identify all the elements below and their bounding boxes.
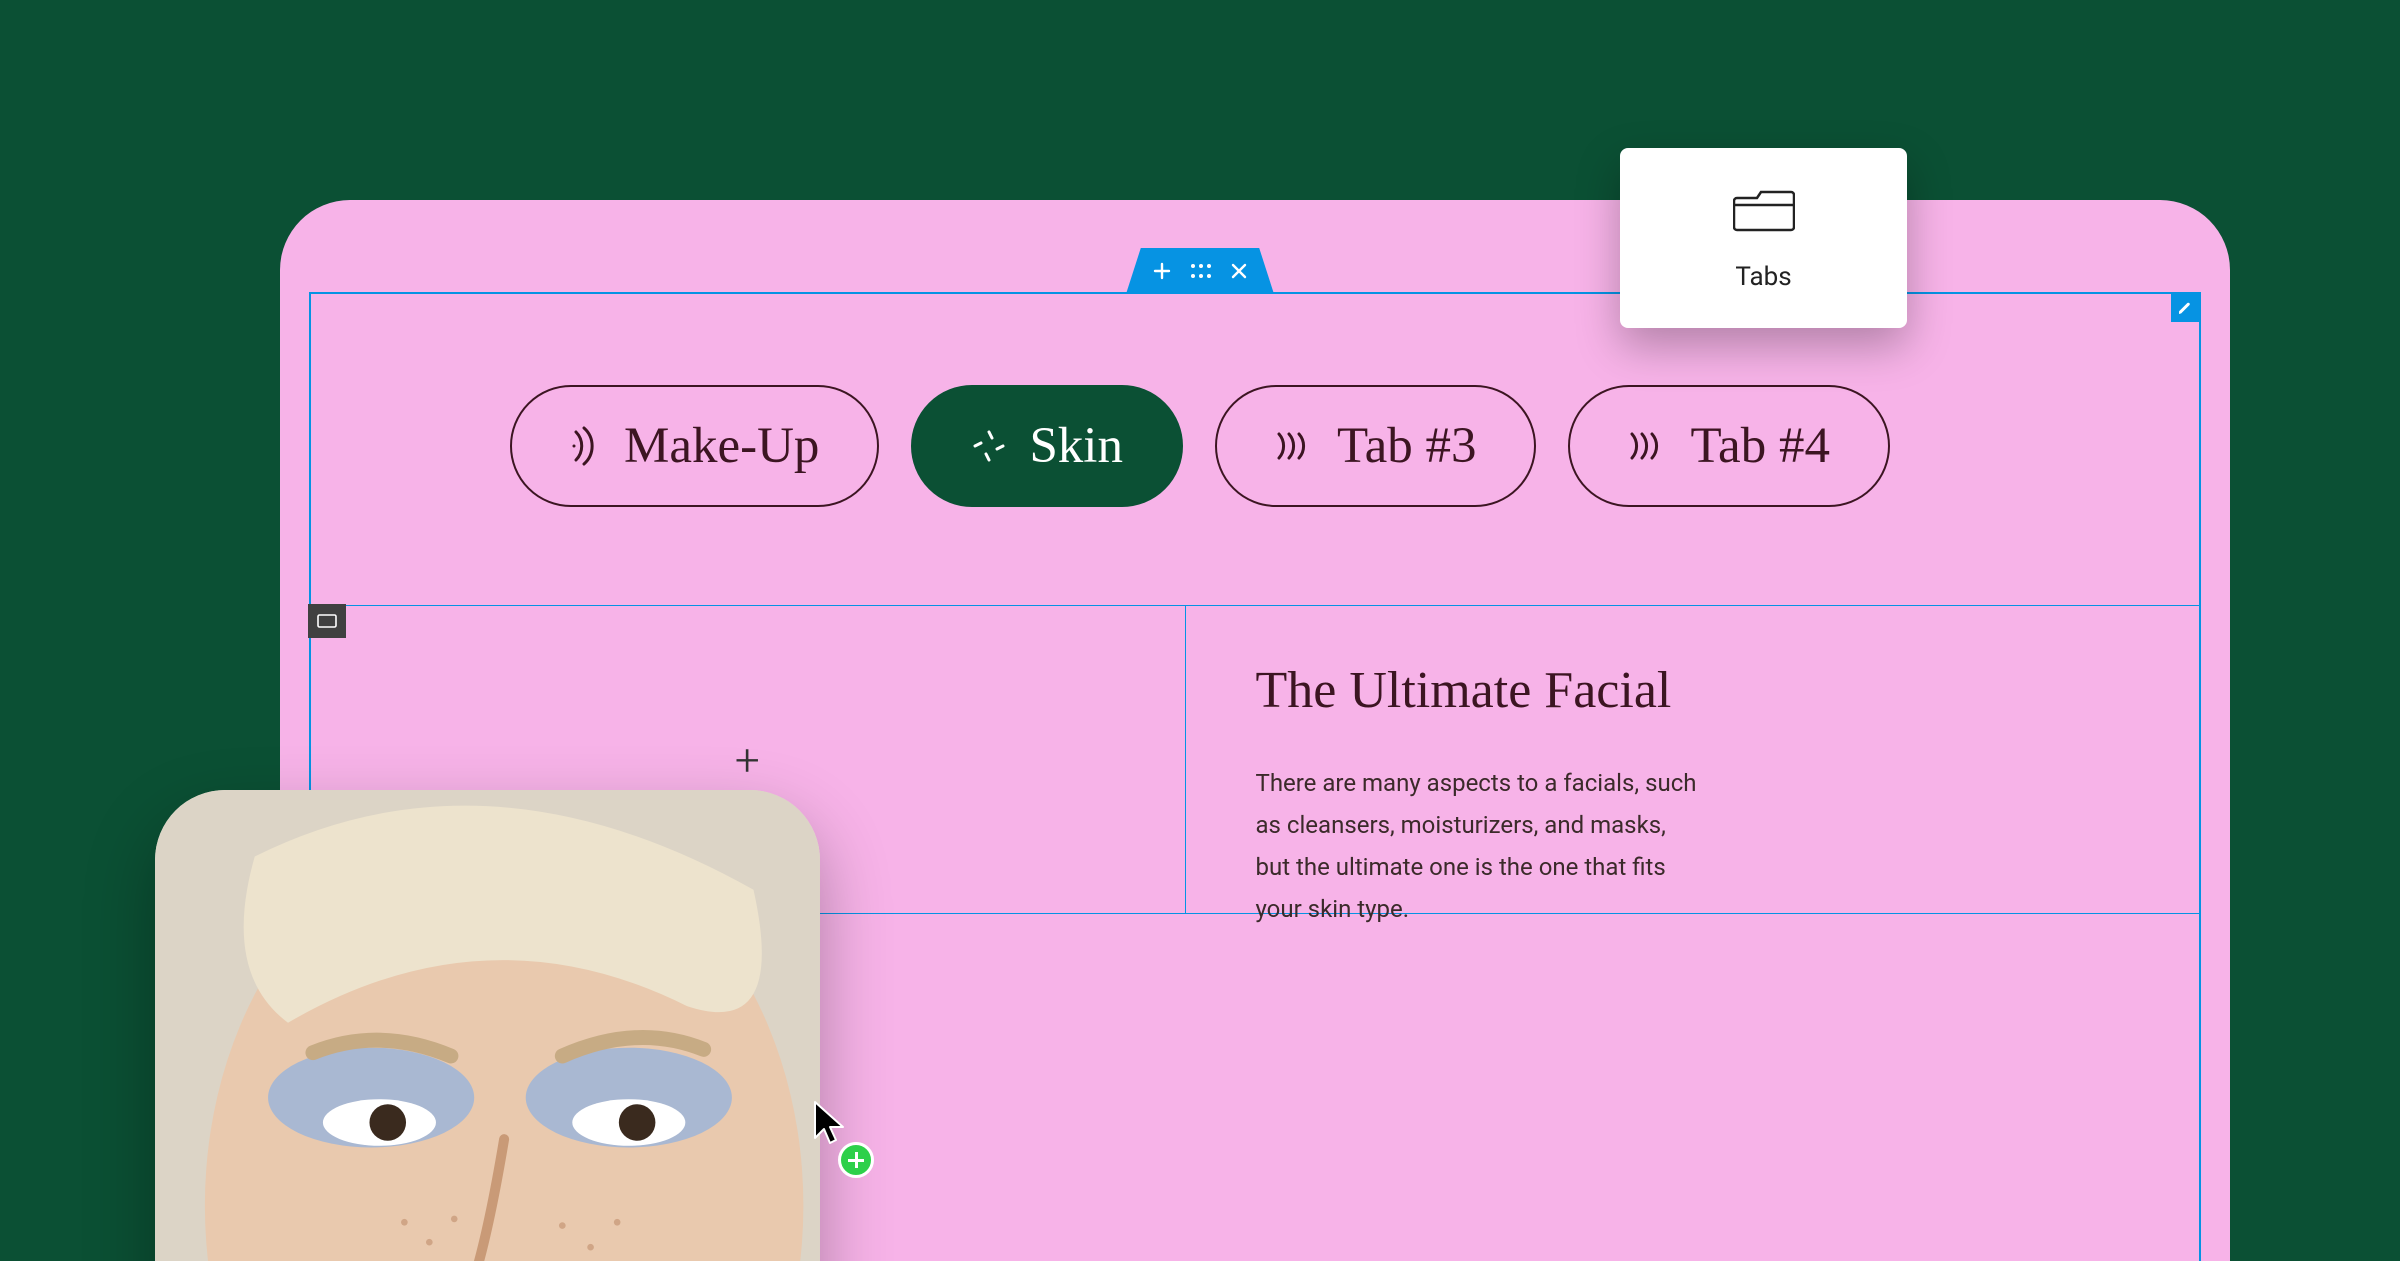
tab-decor-icon <box>1628 428 1668 464</box>
close-section-icon[interactable] <box>1230 262 1248 280</box>
tab-skin[interactable]: Skin <box>911 385 1183 507</box>
column-right[interactable]: The Ultimate Facial There are many aspec… <box>1185 605 2202 914</box>
tab-make-up[interactable]: Make-Up <box>510 385 879 507</box>
content-heading: The Ultimate Facial <box>1256 661 2131 720</box>
tab-decor-icon <box>971 428 1007 464</box>
tab-4[interactable]: Tab #4 <box>1568 385 1889 507</box>
folder-icon <box>1733 184 1795 238</box>
drag-section-icon[interactable] <box>1190 263 1212 279</box>
add-section-icon[interactable] <box>1152 261 1172 281</box>
widget-tooltip: Tabs <box>1620 148 1907 328</box>
tab-label: Tab #4 <box>1690 417 1829 475</box>
tooltip-label: Tabs <box>1735 262 1791 292</box>
section-toolbar <box>1126 248 1274 294</box>
tab-label: Skin <box>1029 417 1123 475</box>
tabs-row: Make-Up Skin Tab #3 Tab #4 <box>510 385 1890 507</box>
edit-section-icon[interactable] <box>2171 294 2199 322</box>
content-body: There are many aspects to a facials, suc… <box>1256 762 1706 930</box>
tab-label: Make-Up <box>624 417 819 475</box>
add-widget-icon[interactable]: + <box>735 734 760 786</box>
drop-add-icon <box>838 1142 874 1178</box>
column-handle-icon[interactable] <box>308 604 346 638</box>
tab-3[interactable]: Tab #3 <box>1215 385 1536 507</box>
tab-label: Tab #3 <box>1337 417 1476 475</box>
dragging-image[interactable] <box>155 790 820 1261</box>
tab-decor-icon <box>1275 428 1315 464</box>
tab-decor-icon <box>570 426 602 466</box>
